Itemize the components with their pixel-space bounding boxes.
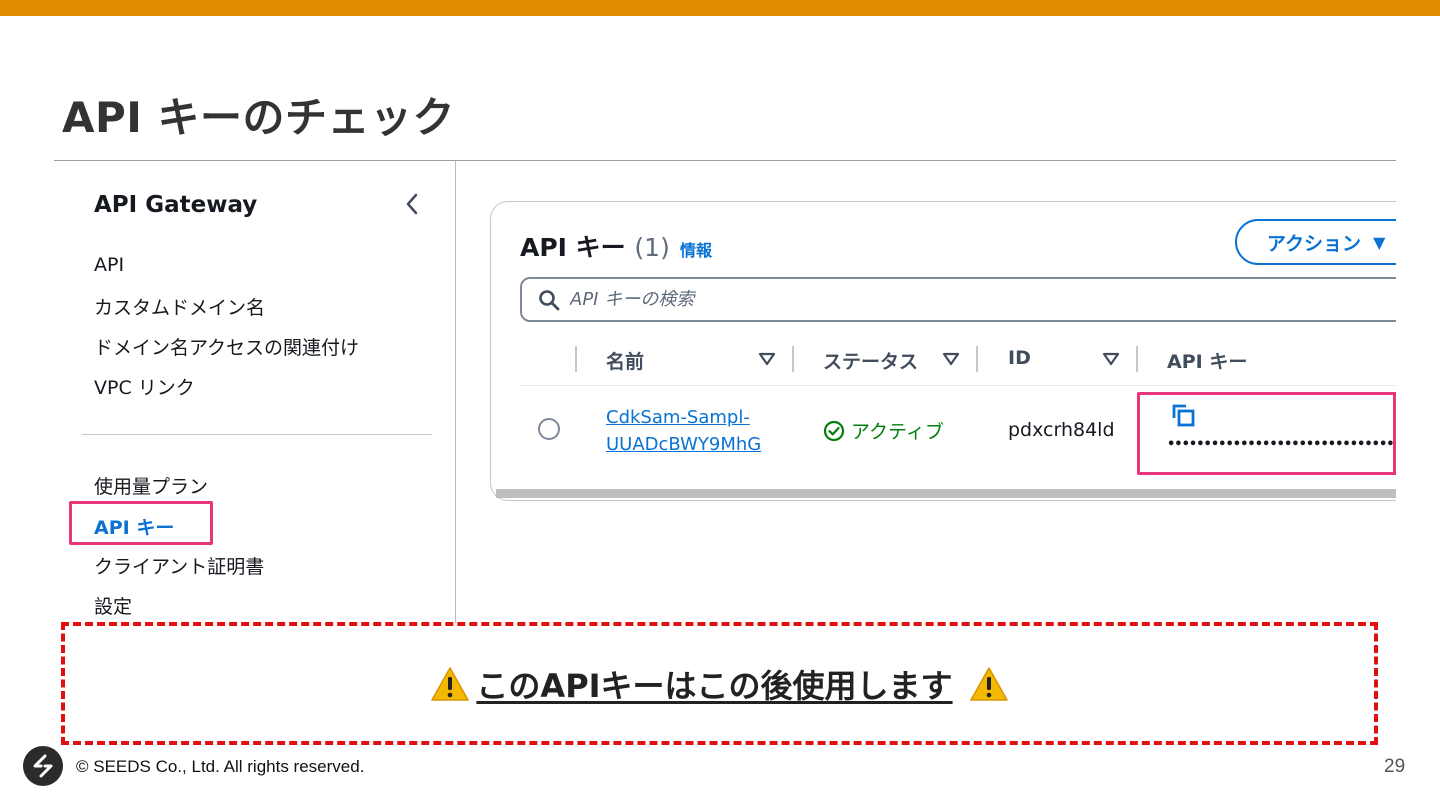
slide-title: API キーのチェック [62, 93, 456, 142]
top-accent-bar [0, 0, 1440, 16]
info-link[interactable]: 情報 [680, 237, 712, 261]
sidebar-item-domain-access[interactable]: ドメイン名アクセスの関連付け [94, 333, 359, 360]
column-header-id[interactable]: ID [1008, 347, 1031, 369]
check-circle-icon [823, 420, 845, 441]
horizontal-scrollbar[interactable] [496, 489, 1396, 498]
column-separator [1136, 346, 1138, 372]
column-separator [792, 346, 794, 372]
screenshot-crop-edge [1396, 150, 1440, 510]
panel-title: API キー (1) [520, 228, 670, 264]
api-key-name-line1: CdkSam-Sampl- [606, 407, 750, 428]
logo-mark-icon [33, 754, 53, 778]
caret-down-icon: ▼ [1373, 232, 1386, 252]
sidebar-title: API Gateway [94, 192, 258, 218]
panel-count: (1) [634, 233, 670, 262]
status-text: アクティブ [851, 421, 944, 443]
column-header-name[interactable]: 名前 [606, 347, 644, 374]
sort-down-icon[interactable] [942, 351, 960, 367]
sidebar-item-api[interactable]: API [94, 254, 124, 276]
column-header-status[interactable]: ステータス [823, 347, 918, 374]
table-header-divider [520, 385, 1400, 386]
copyright-text: © SEEDS Co., Ltd. All rights reserved. [76, 757, 365, 776]
page-number: 29 [1384, 756, 1406, 777]
nav-divider [455, 161, 456, 623]
status-badge: アクティブ [823, 417, 944, 444]
seeds-logo [23, 746, 63, 786]
notice-text: このAPIキーはこの後使用します [476, 666, 953, 705]
column-separator [575, 346, 577, 372]
column-header-api-key: API キー [1167, 351, 1248, 373]
column-separator [976, 346, 978, 372]
sort-down-icon[interactable] [1102, 351, 1120, 367]
notice-message: このAPIキーはこの後使用します [424, 661, 1014, 707]
chevron-left-icon [406, 193, 418, 215]
highlight-box-api-key-edge [1393, 392, 1396, 475]
sidebar-item-vpc-link[interactable]: VPC リンク [94, 373, 195, 400]
sidebar-item-client-certificates[interactable]: クライアント証明書 [94, 552, 264, 579]
panel-title-text: API キー [520, 233, 626, 262]
collapse-sidebar-button[interactable] [398, 186, 426, 222]
notice-box: このAPIキーはこの後使用します [61, 622, 1378, 745]
warning-icon [431, 666, 470, 701]
actions-label: アクション [1267, 232, 1362, 255]
sidebar-item-custom-domain[interactable]: カスタムドメイン名 [94, 293, 265, 320]
api-key-name-link[interactable]: CdkSam-Sampl- UUADcBWY9MhG [606, 404, 761, 458]
highlight-box-nav [69, 501, 213, 545]
warning-icon [969, 666, 1008, 701]
api-key-id: pdxcrh84ld [1008, 419, 1115, 441]
search-icon [539, 289, 560, 310]
screenshot-top-border [54, 160, 1396, 161]
sidebar-item-usage-plans[interactable]: 使用量プラン [94, 472, 208, 499]
search-input[interactable] [570, 289, 1170, 310]
sidebar-item-settings[interactable]: 設定 [94, 592, 132, 619]
highlight-box-api-key [1137, 392, 1396, 475]
sidebar-separator [82, 434, 432, 435]
api-key-name-line2: UUADcBWY9MhG [606, 434, 762, 455]
row-select-radio[interactable] [538, 418, 560, 440]
sort-down-icon[interactable] [758, 351, 776, 367]
search-field[interactable] [520, 277, 1440, 322]
